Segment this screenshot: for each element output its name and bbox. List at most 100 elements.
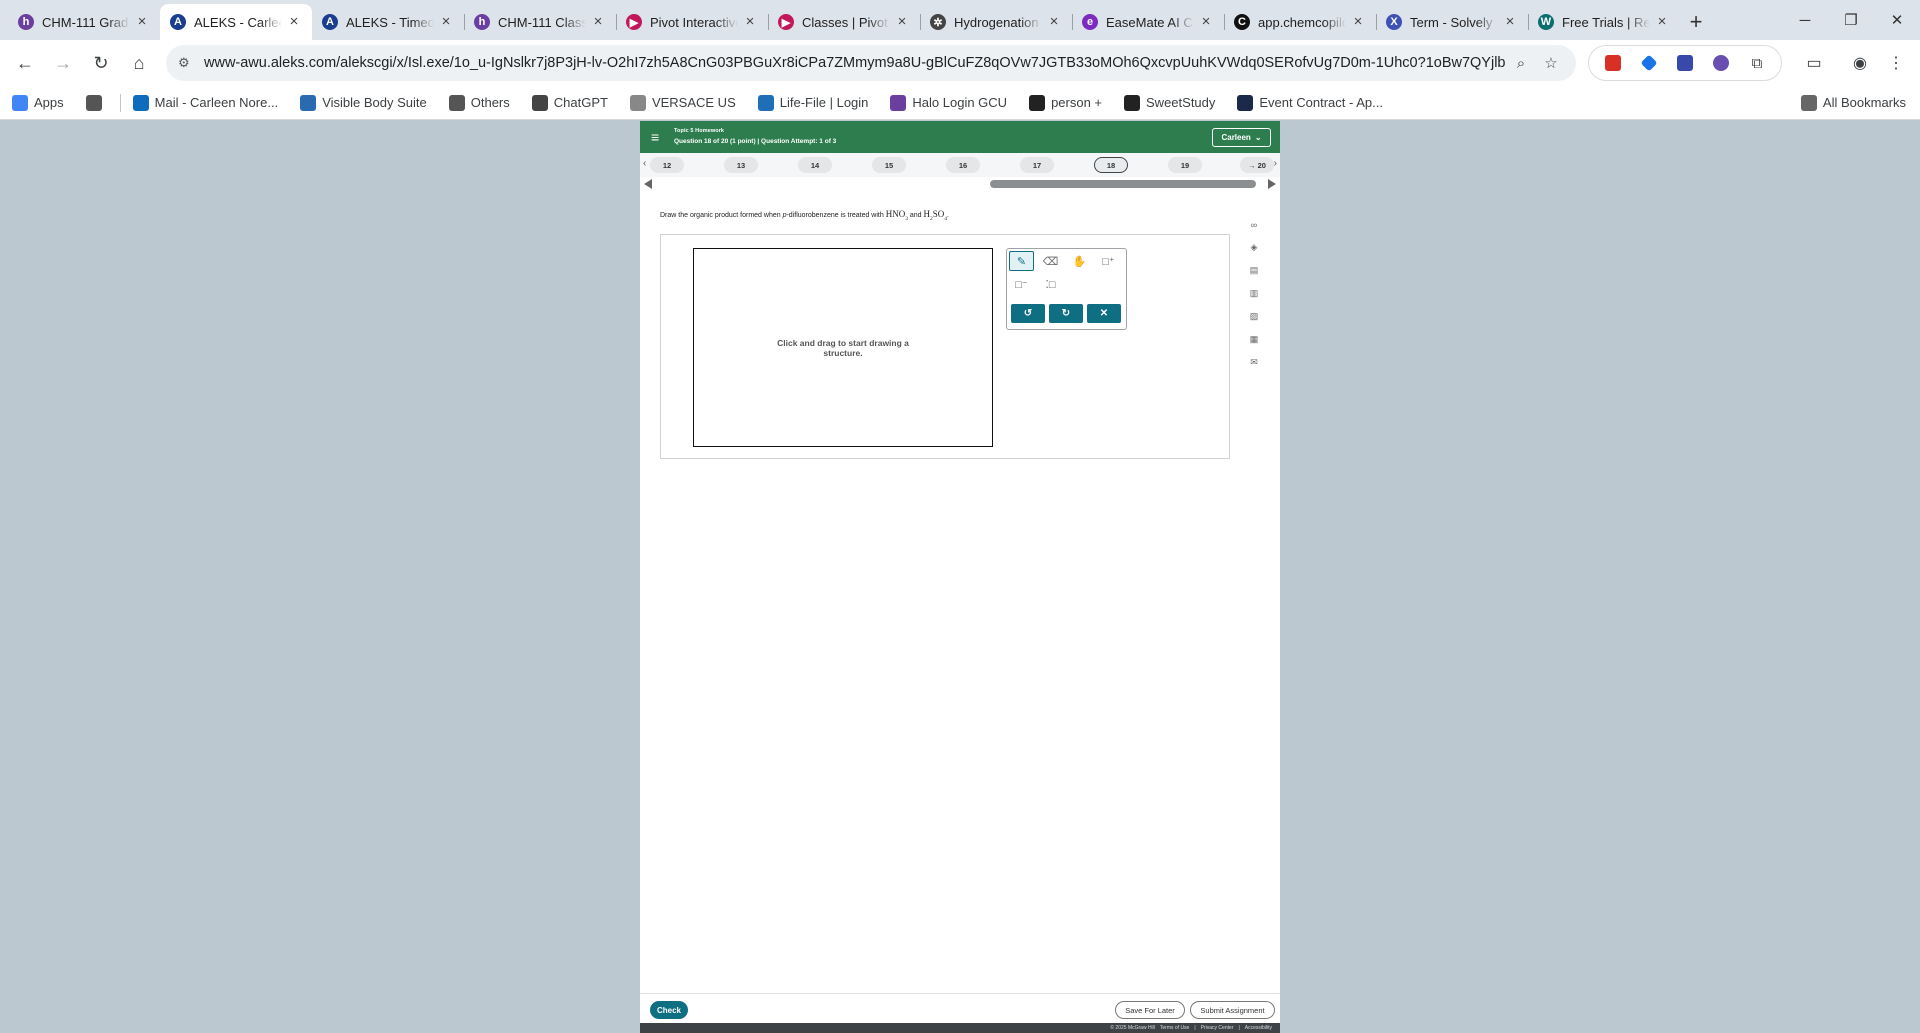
bookmark-item[interactable]: Life-File | Login — [757, 94, 868, 111]
browser-tab[interactable]: h CHM-111 Grad × — [8, 4, 160, 40]
tab-search-icon[interactable]: ▭ — [1796, 46, 1832, 80]
bookmark-item[interactable]: SweetStudy — [1124, 94, 1215, 111]
question-pill[interactable]: 18 — [1094, 157, 1128, 173]
tab-close-icon[interactable]: × — [590, 14, 606, 30]
question-pill[interactable]: 12 — [650, 157, 684, 173]
browser-tab[interactable]: A ALEKS - Carleen× — [160, 4, 312, 40]
browser-tab[interactable]: h CHM-111 Class × — [464, 4, 616, 40]
minimize-icon[interactable]: ─ — [1782, 0, 1828, 40]
forward-arrow-icon[interactable]: → — [46, 46, 80, 80]
mail-icon[interactable]: ✉ — [1246, 351, 1262, 374]
browser-tab[interactable]: W Free Trials | Rev × — [1528, 4, 1680, 40]
infinity-icon[interactable]: ∞ — [1246, 213, 1262, 236]
browser-tab[interactable]: ✲ Hydrogenation × — [920, 4, 1072, 40]
hamburger-menu-icon[interactable]: ≡ — [651, 130, 659, 144]
graduation-extension-icon[interactable] — [1631, 48, 1667, 78]
all-bookmarks-button[interactable]: All Bookmarks — [1800, 94, 1906, 111]
bookmark-item[interactable]: Visible Body Suite — [300, 94, 427, 111]
close-window-icon[interactable]: ✕ — [1874, 0, 1920, 40]
eraser-icon[interactable]: ⌫ — [1038, 251, 1063, 271]
tab-close-icon[interactable]: × — [894, 14, 910, 30]
bookmark-item[interactable]: ChatGPT — [531, 94, 608, 111]
tab-close-icon[interactable]: × — [1502, 14, 1518, 30]
bookmark-item[interactable]: Apps — [12, 94, 64, 111]
bookmarks-bar: Apps Mail - Carleen Nore... Visible Body S… — [0, 86, 1920, 120]
new-tab-icon[interactable]: + — [1680, 4, 1712, 40]
positive-charge-icon[interactable]: □⁺ — [1096, 251, 1121, 271]
compass-icon[interactable]: ◈ — [1246, 236, 1262, 259]
tab-close-icon[interactable]: × — [1198, 14, 1214, 30]
question-pill[interactable]: 14 — [798, 157, 832, 173]
bookmark-item[interactable]: VERSACE US — [629, 94, 736, 111]
footer-privacy-link[interactable]: Privacy Center — [1201, 1025, 1234, 1031]
question-pill[interactable]: 17 — [1020, 157, 1054, 173]
tab-close-icon[interactable]: × — [1046, 14, 1062, 30]
check-button[interactable]: Check — [650, 1001, 688, 1019]
question-pill[interactable]: 13 — [724, 157, 758, 173]
tab-close-icon[interactable]: × — [1654, 14, 1670, 30]
save-for-later-button[interactable]: Save For Later — [1115, 1001, 1185, 1019]
question-pill[interactable]: 15 — [872, 157, 906, 173]
bookmark-item[interactable]: person + — [1029, 94, 1102, 111]
browser-tab[interactable]: Capp.chemcopilo × — [1224, 4, 1376, 40]
negative-charge-icon[interactable]: □⁻ — [1009, 274, 1034, 294]
kebab-menu-icon[interactable]: ⋮ — [1878, 46, 1914, 80]
chevron-down-icon: ⌄ — [1254, 133, 1262, 142]
easemate-extension-icon[interactable] — [1703, 48, 1739, 78]
bookmark-item[interactable]: Halo Login GCU — [890, 94, 1007, 111]
submit-assignment-button[interactable]: Submit Assignment — [1190, 1001, 1275, 1019]
browser-tab[interactable]: A ALEKS - Timed × — [312, 4, 464, 40]
footer-accessibility-link[interactable]: Accessibility — [1245, 1025, 1272, 1031]
browser-tab[interactable]: ▶ Classes | Pivot I × — [768, 4, 920, 40]
url-text[interactable]: www-awu.aleks.com/alekscgi/x/Isl.exe/1o_… — [204, 55, 1506, 71]
question-pill[interactable]: → 20 — [1240, 157, 1274, 173]
question-pill[interactable]: 16 — [946, 157, 980, 173]
back-arrow-icon[interactable]: ← — [8, 46, 42, 80]
tab-close-icon[interactable]: × — [742, 14, 758, 30]
redo-icon[interactable]: ↻ — [1049, 304, 1083, 323]
scroll-thumb[interactable] — [990, 180, 1256, 188]
tab-close-icon[interactable]: × — [286, 14, 302, 30]
footer-terms-link[interactable]: Terms of Use — [1160, 1025, 1189, 1031]
bookmark-item[interactable]: Others — [448, 94, 510, 111]
calculator-icon[interactable]: ▦ — [1246, 328, 1262, 351]
clear-icon[interactable]: ✕ — [1087, 304, 1121, 323]
browser-tab[interactable]: e EaseMate AI Ch × — [1072, 4, 1224, 40]
bookmark-item[interactable]: Event Contract - Ap... — [1237, 94, 1383, 111]
zoom-icon[interactable]: ⌕ — [1506, 55, 1536, 72]
question-scrollbar[interactable] — [640, 177, 1280, 191]
translate-extension-icon[interactable] — [1667, 48, 1703, 78]
address-bar[interactable]: ⚙ www-awu.aleks.com/alekscgi/x/Isl.exe/1… — [166, 45, 1576, 81]
site-info-icon[interactable]: ⚙ — [178, 55, 196, 71]
user-menu-button[interactable]: Carleen ⌄ — [1212, 128, 1271, 147]
scroll-right-icon[interactable] — [1268, 179, 1276, 189]
hand-icon[interactable]: ✋ — [1067, 251, 1092, 271]
bookmark-item[interactable] — [85, 94, 108, 111]
bookmark-item[interactable]: Mail - Carleen Nore... — [132, 94, 278, 111]
graph-icon[interactable]: ▨ — [1246, 305, 1262, 328]
home-icon[interactable]: ⌂ — [122, 46, 156, 80]
reload-icon[interactable]: ↻ — [84, 46, 118, 80]
lone-pair-icon[interactable]: ⁚□ — [1038, 274, 1063, 294]
tab-close-icon[interactable]: × — [1350, 14, 1366, 30]
chevron-left-icon[interactable]: ‹ — [643, 158, 646, 169]
person-icon — [1029, 94, 1046, 111]
puzzle-extensions-icon[interactable]: ⧉ — [1739, 48, 1775, 78]
chevron-right-icon[interactable]: › — [1274, 158, 1277, 169]
tab-close-icon[interactable]: × — [134, 14, 150, 30]
notes-icon[interactable]: ▤ — [1246, 259, 1262, 282]
browser-tab[interactable]: ▶ Pivot Interactive × — [616, 4, 768, 40]
pencil-icon[interactable]: ✎ — [1009, 251, 1034, 271]
drawing-canvas[interactable]: Click and drag to start drawing a struct… — [693, 248, 993, 447]
scroll-left-icon[interactable] — [644, 179, 652, 189]
undo-icon[interactable]: ↺ — [1011, 304, 1045, 323]
bookmark-separator — [119, 93, 121, 112]
browser-tab[interactable]: X Term - Solvely × — [1376, 4, 1528, 40]
profile-icon[interactable]: ◉ — [1842, 46, 1878, 80]
restore-icon[interactable]: ❐ — [1828, 0, 1874, 40]
question-pill[interactable]: 19 — [1168, 157, 1202, 173]
bookmark-star-icon[interactable]: ☆ — [1536, 54, 1566, 72]
adobe-extension-icon[interactable] — [1595, 48, 1631, 78]
bar-chart-icon[interactable]: ▥ — [1246, 282, 1262, 305]
tab-close-icon[interactable]: × — [438, 14, 454, 30]
